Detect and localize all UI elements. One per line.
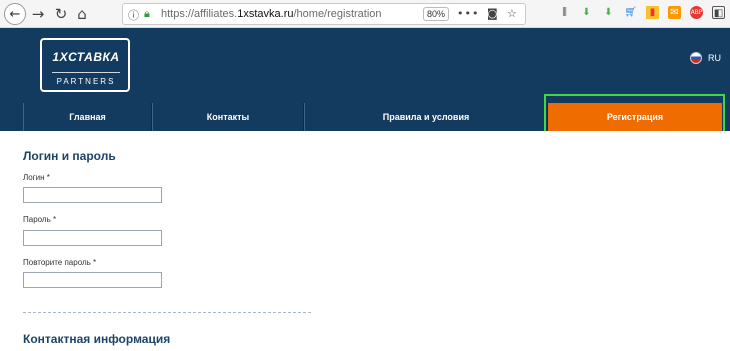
repeat-password-label-text: Повторите пароль — [23, 258, 91, 267]
russia-flag-icon — [690, 52, 702, 64]
password-input[interactable] — [23, 230, 162, 246]
required-mark: * — [93, 258, 97, 267]
download-helper-icon[interactable]: ⬇ — [602, 6, 615, 19]
login-input[interactable] — [23, 187, 162, 203]
registration-form: Логин и пароль Логин * Пароль * Повторит… — [0, 131, 730, 351]
logo-divider — [52, 72, 120, 73]
back-icon[interactable]: ← — [4, 3, 26, 25]
password-label: Пароль * — [23, 215, 56, 224]
url-text[interactable]: https://affiliates.1xstavka.ru/home/regi… — [161, 8, 382, 20]
home-icon[interactable]: ⌂ — [72, 4, 92, 24]
required-mark: * — [46, 173, 50, 182]
section-title-contact: Контактная информация — [23, 332, 171, 346]
login-label-text: Логин — [23, 173, 45, 182]
required-mark: * — [53, 215, 57, 224]
login-label: Логин * — [23, 173, 50, 182]
sidebar-icon[interactable]: ◧ — [712, 6, 725, 19]
address-bar[interactable]: ⓘ 🔒︎ https://affiliates.1xstavka.ru/home… — [122, 3, 526, 25]
site-logo[interactable]: 1XСТАВКА PARTNERS — [40, 38, 130, 92]
download-icon[interactable]: ⬇ — [580, 6, 593, 19]
nav-item-contacts[interactable]: Контакты — [152, 103, 304, 131]
bookmark-ext-icon[interactable]: ▮ — [646, 6, 659, 19]
cart-icon[interactable]: 🛒︎ — [624, 6, 637, 19]
info-icon[interactable]: ⓘ — [128, 7, 139, 23]
section-title-login: Логин и пароль — [23, 149, 116, 163]
extension-icon[interactable]: ✉ — [668, 6, 681, 19]
logo-brand: 1XСТАВКА — [52, 50, 120, 64]
url-domain: 1xstavka.ru — [237, 8, 294, 20]
adblock-icon[interactable]: ABP — [690, 6, 703, 19]
lock-icon[interactable]: 🔒︎ — [144, 7, 150, 21]
url-suffix: /home/registration — [293, 8, 382, 20]
section-divider — [23, 312, 311, 313]
language-label: RU — [708, 53, 721, 63]
logo-subtitle: PARTNERS — [56, 77, 116, 86]
password-label-text: Пароль — [23, 215, 51, 224]
repeat-password-input[interactable] — [23, 272, 162, 288]
zoom-indicator[interactable]: 80% — [423, 7, 449, 21]
reload-icon[interactable]: ↻ — [51, 4, 71, 24]
bookmark-star-icon[interactable]: ☆ — [507, 7, 517, 20]
nav-item-rules[interactable]: Правила и условия — [304, 103, 548, 131]
library-icon[interactable]: ⫼ — [558, 6, 571, 19]
language-switcher[interactable]: RU — [690, 52, 721, 64]
forward-icon[interactable]: → — [28, 4, 48, 24]
browser-toolbar: ← → ↻ ⌂ ⓘ 🔒︎ https://affiliates.1xstavka… — [0, 0, 730, 28]
repeat-password-label: Повторите пароль * — [23, 258, 96, 267]
nav-item-home[interactable]: Главная — [23, 103, 152, 131]
page-actions-icon[interactable]: ••• — [457, 7, 479, 20]
pocket-icon[interactable]: ◙ — [487, 7, 498, 20]
url-prefix: https://affiliates. — [161, 8, 238, 20]
